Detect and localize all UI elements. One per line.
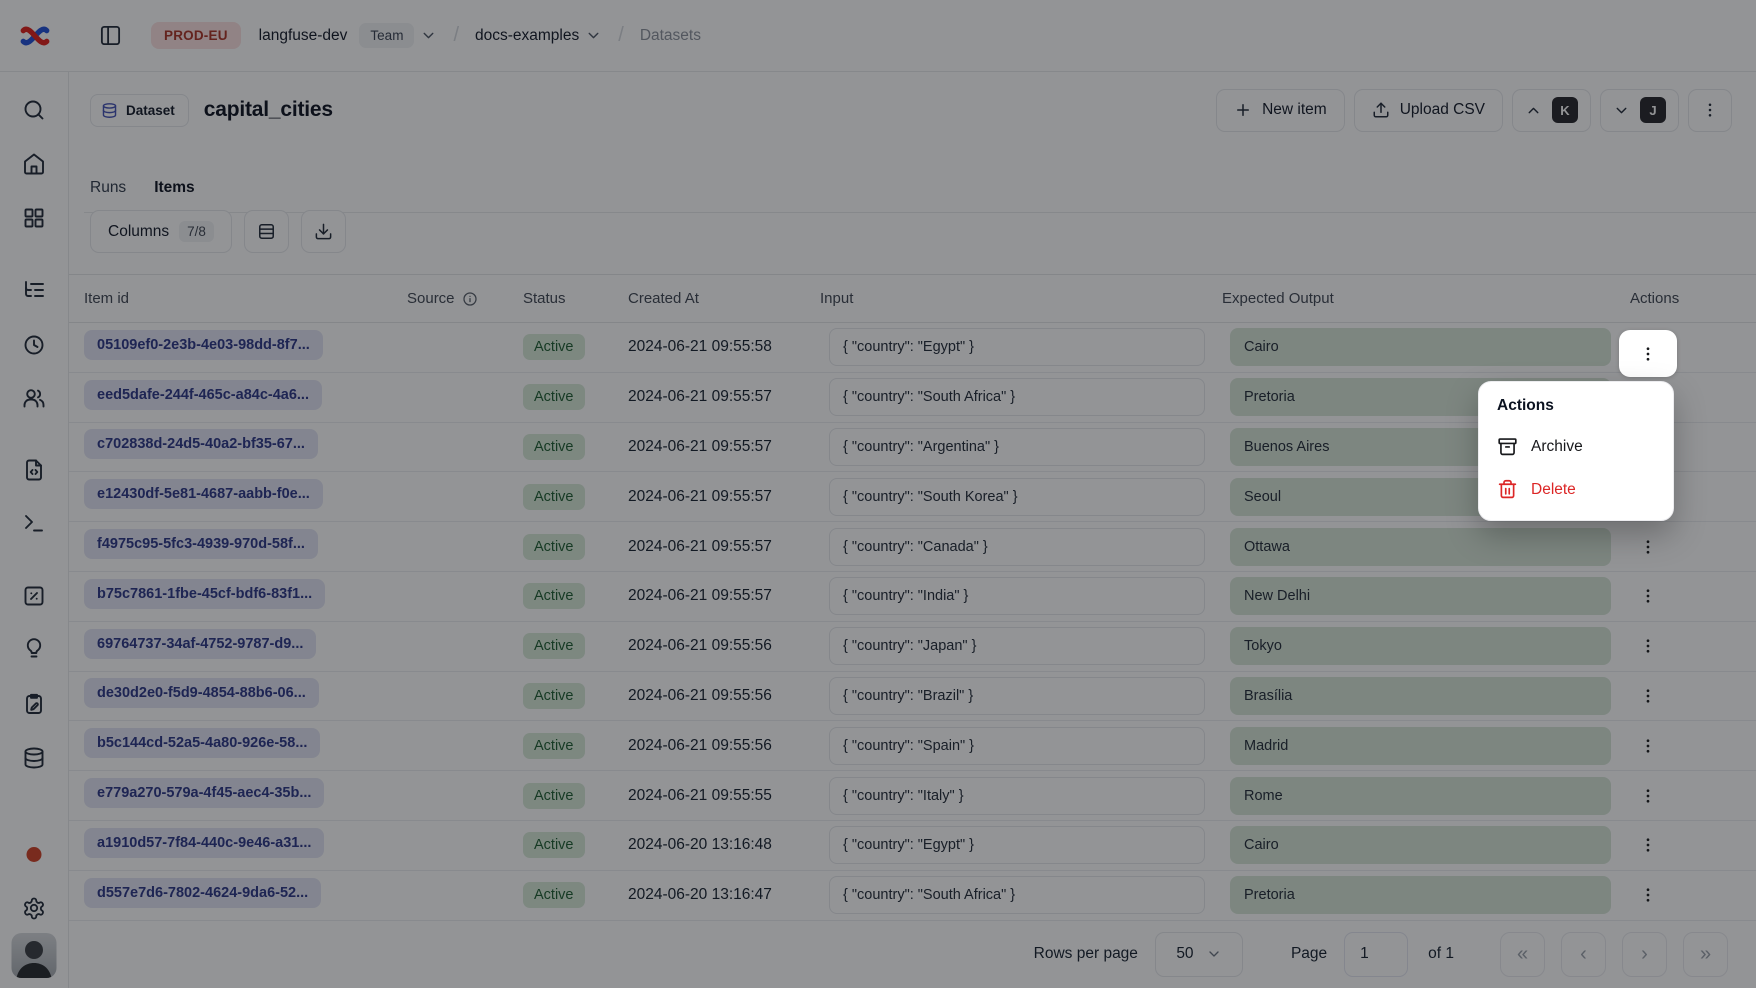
menu-item-delete[interactable]: Delete bbox=[1487, 470, 1665, 509]
context-menu-title: Actions bbox=[1487, 395, 1665, 427]
menu-item-archive[interactable]: Archive bbox=[1487, 427, 1665, 466]
archive-icon bbox=[1497, 436, 1518, 457]
trash-icon bbox=[1497, 479, 1518, 500]
more-vertical-icon bbox=[1639, 345, 1657, 363]
open-row-kebab-menu-button[interactable] bbox=[1619, 330, 1677, 377]
langfuse-app: PROD-EU langfuse-dev Team / docs-example… bbox=[0, 0, 1756, 988]
actions-context-menu: Actions Archive Delete bbox=[1478, 381, 1674, 521]
